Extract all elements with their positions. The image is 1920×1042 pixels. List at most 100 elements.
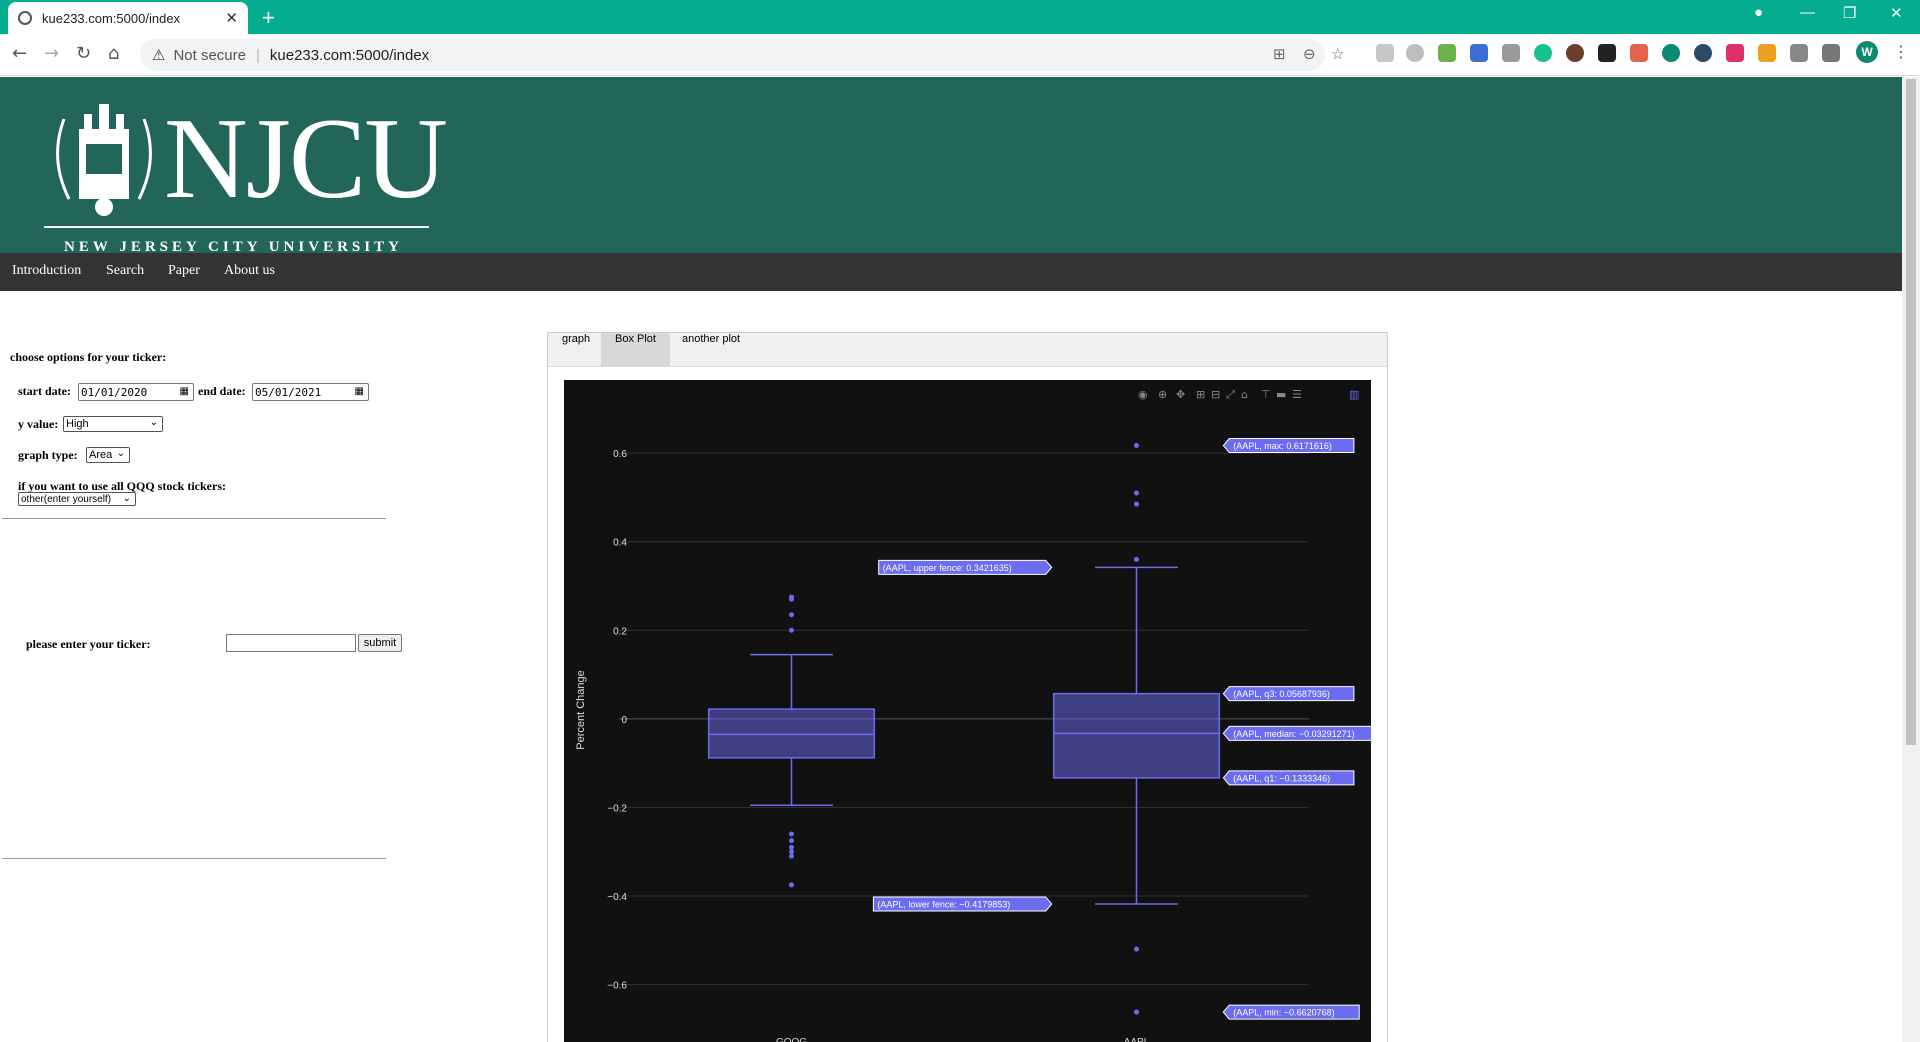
spike-lines-icon[interactable]: ⊤ bbox=[1261, 388, 1271, 402]
extension-icon[interactable] bbox=[1566, 44, 1584, 62]
tab-box-plot[interactable]: Box Plot bbox=[601, 333, 670, 367]
reload-icon[interactable]: ↻ bbox=[76, 43, 91, 64]
outlier-point bbox=[789, 831, 794, 837]
reading-list-icon[interactable] bbox=[1822, 44, 1840, 62]
extension-icon[interactable] bbox=[1470, 44, 1488, 62]
njcu-logo[interactable]: NJCU NEW JERSEY CITY UNIVERSITY bbox=[44, 99, 448, 255]
outlier-point bbox=[1134, 501, 1139, 507]
submit-button[interactable]: submit bbox=[358, 634, 402, 652]
restore-icon[interactable]: ❐ bbox=[1843, 4, 1856, 22]
chevron-down-icon: ⌄ bbox=[116, 448, 125, 459]
start-date-value: 01/01/2020 bbox=[81, 385, 148, 399]
y-tick-label: 0.4 bbox=[613, 538, 627, 549]
seal-icon bbox=[56, 104, 152, 216]
outlier-point bbox=[1134, 946, 1139, 952]
url-text[interactable]: kue233.com:5000/index bbox=[270, 47, 429, 64]
y-axis-label: Percent Change bbox=[575, 670, 587, 750]
close-tab-icon[interactable]: ✕ bbox=[225, 9, 238, 27]
nav-about-us[interactable]: About us bbox=[224, 263, 275, 279]
browser-tab[interactable]: kue233.com:5000/index ✕ bbox=[8, 2, 248, 34]
pan-icon[interactable]: ✥ bbox=[1176, 388, 1185, 402]
outlier-point bbox=[1134, 490, 1139, 496]
forward-icon[interactable]: → bbox=[44, 43, 59, 64]
extension-icon[interactable] bbox=[1694, 44, 1712, 62]
graph-type-select[interactable]: Area ⌄ bbox=[86, 447, 130, 463]
banner: NJCU NEW JERSEY CITY UNIVERSITY bbox=[0, 77, 1902, 255]
autoscale-icon[interactable]: ⤢ bbox=[1226, 388, 1235, 402]
outlier-point bbox=[789, 596, 794, 602]
extension-icon[interactable] bbox=[1406, 44, 1424, 62]
profile-dropdown-icon[interactable]: ● bbox=[1754, 4, 1763, 21]
extension-icon[interactable] bbox=[1726, 44, 1744, 62]
close-window-icon[interactable]: ✕ bbox=[1890, 4, 1903, 22]
qqq-select[interactable]: other(enter yourself) ⌄ bbox=[18, 492, 136, 506]
box-iqr bbox=[1052, 692, 1221, 779]
divider bbox=[2, 518, 386, 519]
puzzle-icon[interactable] bbox=[1790, 44, 1808, 62]
extension-icon[interactable] bbox=[1598, 44, 1616, 62]
browser-tab-strip: kue233.com:5000/index ✕ + ● — ❐ ✕ bbox=[0, 0, 1920, 34]
tab-title: kue233.com:5000/index bbox=[42, 10, 181, 26]
zoom-icon[interactable]: ⊕ bbox=[1158, 388, 1167, 402]
hover-label-text: (AAPL, q1: −0.1333346) bbox=[1233, 773, 1330, 783]
tab-bar: graph Box Plot another plot bbox=[548, 333, 1387, 367]
new-tab-button[interactable]: + bbox=[262, 5, 275, 31]
form-title: choose options for your ticker: bbox=[10, 350, 167, 364]
calendar-icon[interactable]: ▦ bbox=[355, 386, 364, 397]
translate-icon[interactable]: ⊞ bbox=[1273, 45, 1286, 63]
ticker-input[interactable] bbox=[226, 634, 356, 652]
page-scrollbar[interactable] bbox=[1902, 77, 1920, 1042]
bookmark-star-icon[interactable]: ☆ bbox=[1331, 45, 1344, 63]
not-secure-label[interactable]: Not secure bbox=[173, 47, 246, 64]
hover-compare-icon[interactable]: ☰ bbox=[1292, 388, 1302, 402]
logo-text: NJCU bbox=[164, 95, 448, 223]
zoom-in-icon[interactable]: ⊞ bbox=[1196, 388, 1205, 402]
address-bar[interactable]: ⚠ Not secure | kue233.com:5000/index ⊞ ⊖… bbox=[140, 39, 1344, 71]
outlier-point bbox=[1134, 443, 1139, 449]
menu-icon[interactable]: ⋮ bbox=[1893, 42, 1909, 61]
tab-another-plot[interactable]: another plot bbox=[668, 333, 754, 367]
y-value-select[interactable]: High ⌄ bbox=[63, 416, 163, 432]
zoom-out-icon[interactable]: ⊟ bbox=[1211, 388, 1220, 402]
end-date-value: 05/01/2021 bbox=[255, 385, 322, 399]
y-tick-label: −0.4 bbox=[607, 892, 627, 903]
chevron-down-icon: ⌄ bbox=[122, 493, 131, 504]
ticker-label: please enter your ticker: bbox=[26, 637, 151, 651]
extension-icon[interactable] bbox=[1438, 44, 1456, 62]
y-tick-label: 0.2 bbox=[613, 626, 627, 637]
end-date-input[interactable]: 05/01/2021 ▦ bbox=[252, 383, 369, 401]
extension-icon[interactable] bbox=[1630, 44, 1648, 62]
outlier-point bbox=[789, 849, 794, 855]
divider bbox=[2, 858, 386, 859]
outlier-point bbox=[789, 838, 794, 844]
chevron-down-icon: ⌄ bbox=[149, 417, 158, 428]
profile-avatar[interactable]: W bbox=[1856, 41, 1878, 63]
camera-icon[interactable]: ◉ bbox=[1138, 388, 1148, 402]
hover-closest-icon[interactable]: ▬ bbox=[1276, 388, 1286, 402]
calendar-icon[interactable]: ▦ bbox=[180, 386, 189, 397]
back-icon[interactable]: ← bbox=[12, 43, 27, 64]
zoom-icon[interactable]: ⊖ bbox=[1303, 45, 1316, 63]
extension-icon[interactable] bbox=[1502, 44, 1520, 62]
page: NJCU NEW JERSEY CITY UNIVERSITY Introduc… bbox=[0, 77, 1902, 1042]
grammarly-icon[interactable] bbox=[1534, 44, 1552, 62]
nav-introduction[interactable]: Introduction bbox=[12, 263, 81, 279]
home-icon[interactable]: ⌂ bbox=[108, 43, 119, 64]
hover-label-text: (AAPL, q3: 0.05687936) bbox=[1233, 689, 1330, 699]
scrollbar-thumb[interactable] bbox=[1906, 79, 1916, 745]
extension-icon[interactable] bbox=[1376, 44, 1394, 62]
hover-label-text: (AAPL, upper fence: 0.3421635) bbox=[883, 563, 1012, 573]
minimize-icon[interactable]: — bbox=[1800, 4, 1815, 21]
x-tick-label: AAPL bbox=[1124, 1037, 1150, 1042]
nav-search[interactable]: Search bbox=[106, 263, 144, 279]
nav-paper[interactable]: Paper bbox=[168, 263, 200, 279]
outlier-point bbox=[1134, 556, 1139, 562]
download-icon[interactable] bbox=[1662, 44, 1680, 62]
chart-svg: 0.6 0.4 0.2 0 −0.2 −0.4 −0.6 Percent Change GOOG… bbox=[575, 438, 1381, 1042]
tab-graph[interactable]: graph bbox=[548, 333, 604, 367]
reset-axes-icon[interactable]: ⌂ bbox=[1241, 388, 1248, 402]
plotly-logo-icon[interactable]: ▥ bbox=[1349, 388, 1359, 402]
y-tick-label: −0.6 bbox=[607, 981, 627, 992]
extension-icon[interactable] bbox=[1758, 44, 1776, 62]
start-date-input[interactable]: 01/01/2020 ▦ bbox=[78, 383, 194, 401]
